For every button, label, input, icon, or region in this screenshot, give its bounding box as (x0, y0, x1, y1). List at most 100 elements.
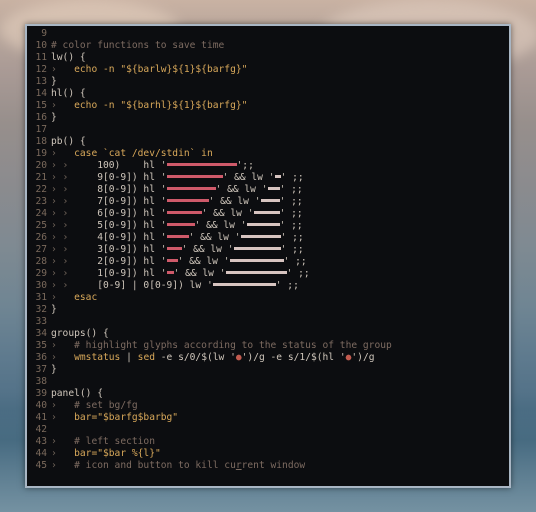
code-token: sed (137, 352, 161, 363)
code-token: 2[0-9]) hl ' (79, 256, 167, 267)
code-token: ' && lw ' (181, 244, 234, 255)
code-token: 100) hl ' (79, 160, 167, 171)
line-number: 15 (35, 100, 47, 111)
line-number: 38 (35, 376, 47, 387)
code-token: [0-9] | 0[0-9]) lw ' (79, 280, 213, 291)
code-line: 43 › # left section (27, 436, 509, 448)
code-token: | (126, 352, 138, 363)
code-line: 30 › › [0-9] | 0[0-9]) lw ' ' ;; (27, 280, 509, 292)
highlight-bar-glyph (166, 187, 216, 190)
line-number: 21 (35, 172, 47, 183)
line-number: 45 (35, 460, 47, 471)
code-token: ')/g -e s/1/$(hl ' (241, 352, 346, 363)
line-number: 22 (35, 184, 47, 195)
lowlight-bar-glyph (212, 283, 276, 286)
code-line: 40 › # set bg/fg (27, 400, 509, 412)
code-token: ')/g (351, 352, 375, 363)
line-number: 37 (35, 364, 47, 375)
code-token: ' ;; (279, 184, 303, 195)
lowlight-bar-glyph (225, 271, 287, 274)
code-line: 44 › bar="$bar %{l}" (27, 448, 509, 460)
line-number: 10 (35, 40, 47, 51)
code-line: 17 (27, 124, 509, 136)
code-token: 9[0-9]) hl ' (79, 172, 167, 183)
code-token: hl() { (51, 88, 86, 99)
code-token: › (51, 412, 63, 423)
code-token: wmstatus (62, 352, 127, 363)
code-token: # color functions to save time (51, 40, 225, 51)
code-token: } (51, 364, 57, 375)
code-token: ' ;; (286, 268, 310, 279)
lowlight-bar-glyph (260, 199, 280, 202)
terminal-window[interactable]: 9 10 # color functions to save time 11 lw() … (25, 24, 511, 488)
line-number: 29 (35, 268, 47, 279)
code-token: ';; (236, 160, 254, 171)
highlight-bar-glyph (166, 247, 182, 250)
lowlight-bar-glyph (240, 235, 281, 238)
line-number: 13 (35, 76, 47, 87)
code-token: › › (51, 184, 80, 195)
highlight-bar-glyph (166, 271, 174, 274)
code-token: panel() { (51, 388, 103, 399)
code-token: 8[0-9]) hl ' (79, 184, 167, 195)
code-token: › › (51, 208, 80, 219)
code-token: lw() { (51, 52, 86, 63)
code-line: 31 › esac (27, 292, 509, 304)
code-token: bar="$barfg$barbg" (62, 412, 179, 423)
line-number: 32 (35, 304, 47, 315)
highlight-bar-glyph (166, 235, 189, 238)
code-token: echo -n "${barhl}${1}${barfg}" (62, 100, 248, 111)
code-token: # set bg/fg (62, 400, 138, 411)
code-token: } (51, 112, 57, 123)
code-token: › (51, 148, 63, 159)
code-token: ' && lw ' (194, 220, 247, 231)
code-token: › (51, 460, 63, 471)
code-token: › (51, 436, 63, 447)
code-token: ' ;; (279, 208, 303, 219)
code-token: # highlight glyphs according to the stat… (62, 340, 392, 351)
code-token: ' ;; (283, 256, 307, 267)
code-line: 14 hl() { (27, 88, 509, 100)
lowlight-bar-glyph (233, 247, 281, 250)
code-line: 13} (27, 76, 509, 88)
code-token: ' && lw ' (173, 268, 226, 279)
line-number: 11 (35, 52, 47, 63)
code-token: 1[0-9]) hl ' (79, 268, 167, 279)
code-line: 19 › case `cat /dev/stdin` in (27, 148, 509, 160)
code-line: 28 › › 2[0-9]) hl ' ' && lw ' ' ;; (27, 256, 509, 268)
code-token: › › (51, 232, 80, 243)
highlight-bar-glyph (166, 223, 195, 226)
line-number: 27 (35, 244, 47, 255)
code-line: 45 › # icon and button to kill current wi… (27, 460, 509, 472)
code-token: ' ;; (275, 280, 299, 291)
code-token: › › (51, 244, 80, 255)
code-line: 36 › wmstatus | sed -e s/0/$(lw '●')/g -e… (27, 352, 509, 364)
code-line: 15 › echo -n "${barhl}${1}${barfg}" (27, 100, 509, 112)
code-line: 18 pb() { (27, 136, 509, 148)
code-line: 34 groups() { (27, 328, 509, 340)
code-token: } (51, 76, 57, 87)
code-line: 10 # color functions to save time (27, 40, 509, 52)
line-number: 33 (35, 316, 47, 327)
code-line: 21 › › 9[0-9]) hl ' ' && lw ' ' ;; (27, 172, 509, 184)
code-line: 23 › › 7[0-9]) hl ' ' && lw ' ' ;; (27, 196, 509, 208)
line-number: 19 (35, 148, 47, 159)
code-token: 3[0-9]) hl ' (79, 244, 167, 255)
line-number: 31 (35, 292, 47, 303)
code-token: ' ;; (280, 244, 304, 255)
code-token: esac (62, 292, 98, 303)
line-number: 44 (35, 448, 47, 459)
code-token: › (51, 448, 63, 459)
code-token: › (51, 64, 63, 75)
line-number: 43 (35, 436, 47, 447)
code-token: › › (51, 256, 80, 267)
code-editor[interactable]: 9 10 # color functions to save time 11 lw() … (27, 28, 509, 472)
code-token: ' ;; (280, 172, 304, 183)
code-token: › › (51, 160, 80, 171)
code-token: › (51, 340, 63, 351)
code-line: 32} (27, 304, 509, 316)
code-token: -e s/0/$(lw ' (160, 352, 236, 363)
code-token: bar="$bar %{l}" (62, 448, 161, 459)
code-token: ' ;; (280, 232, 304, 243)
code-token: groups() { (51, 328, 109, 339)
